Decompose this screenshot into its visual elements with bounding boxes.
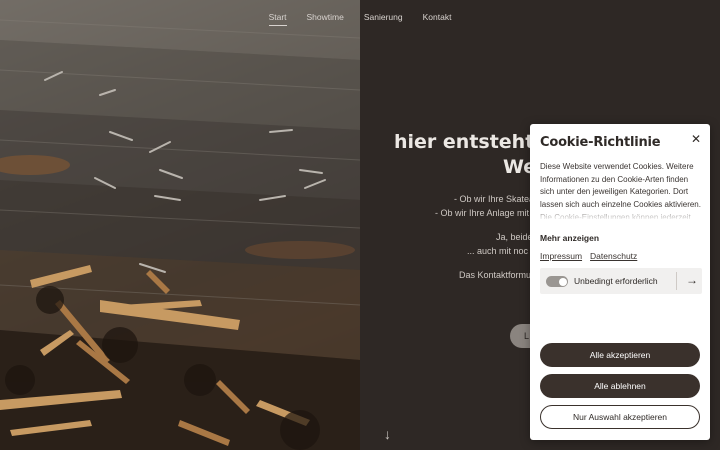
cookie-legal-links: Impressum Datenschutz xyxy=(540,251,637,261)
accept-all-button[interactable]: Alle akzeptieren xyxy=(540,343,700,367)
necessary-cookies-toggle[interactable] xyxy=(546,276,568,287)
nav-item-kontakt[interactable]: Kontakt xyxy=(413,12,462,22)
datenschutz-link[interactable]: Datenschutz xyxy=(590,251,637,261)
row-divider xyxy=(676,272,677,290)
nav-item-sanierung[interactable]: Sanierung xyxy=(354,12,413,22)
wood-debris-illustration xyxy=(0,0,360,450)
show-more-link[interactable]: Mehr anzeigen xyxy=(540,233,599,243)
cookie-text-fade xyxy=(540,206,702,220)
cookie-dialog: Cookie-Richtlinie ✕ Diese Website verwen… xyxy=(530,124,710,440)
accept-selection-button[interactable]: Nur Auswahl akzeptieren xyxy=(540,405,700,429)
cookie-category-label: Unbedingt erforderlich xyxy=(574,276,658,286)
scroll-down-icon[interactable]: ↓ xyxy=(384,426,391,442)
main-navigation: Start Showtime Sanierung Kontakt xyxy=(0,12,720,26)
impressum-link[interactable]: Impressum xyxy=(540,251,582,261)
hero-photo-wood xyxy=(0,0,360,450)
arrow-right-icon[interactable]: → xyxy=(686,273,698,287)
cookie-dialog-title: Cookie-Richtlinie xyxy=(540,135,661,150)
close-icon[interactable]: ✕ xyxy=(691,132,701,146)
toggle-knob xyxy=(558,277,567,286)
nav-item-showtime[interactable]: Showtime xyxy=(297,12,354,22)
reject-all-button[interactable]: Alle ablehnen xyxy=(540,374,700,398)
nav-item-start[interactable]: Start xyxy=(259,12,297,26)
cookie-category-necessary: Unbedingt erforderlich → xyxy=(540,268,702,294)
